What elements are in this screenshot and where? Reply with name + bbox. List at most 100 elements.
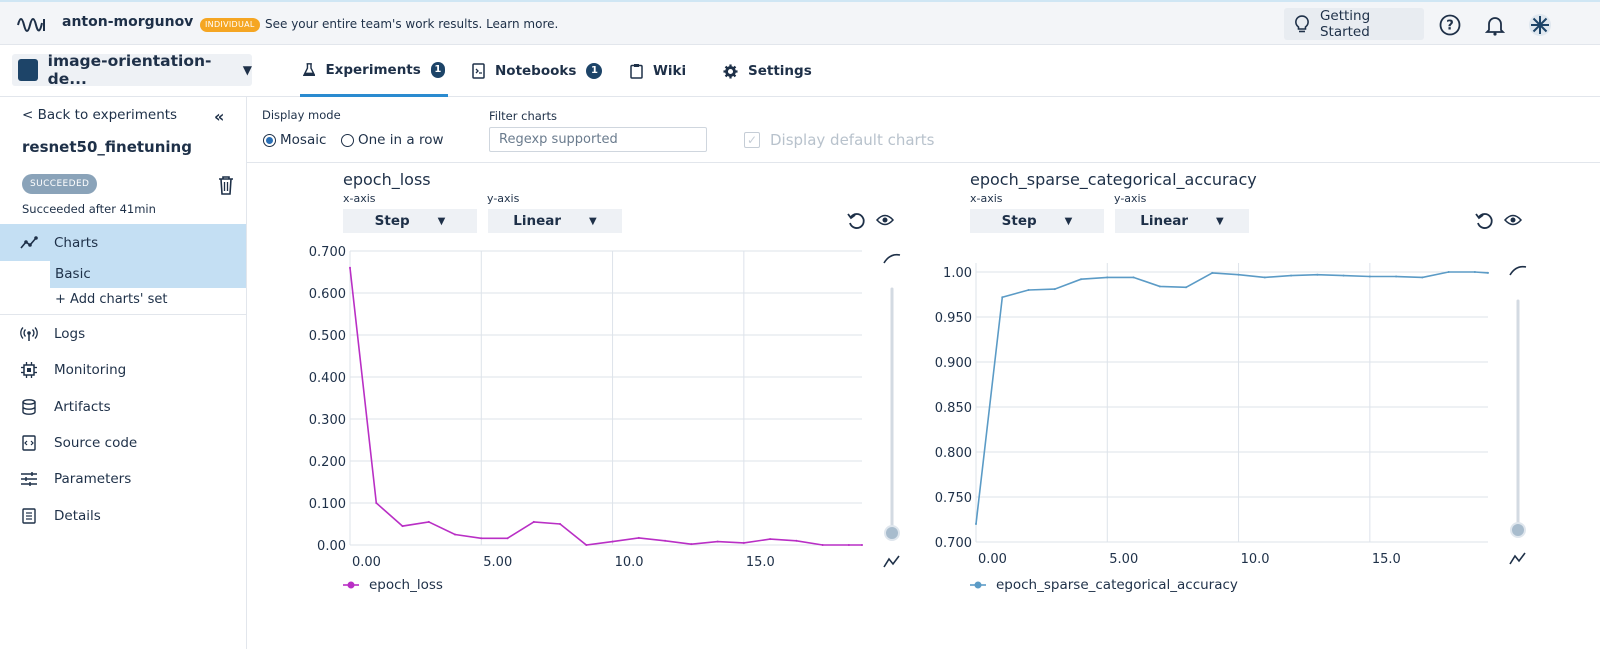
chevron-down-icon: ▼ xyxy=(1216,215,1224,227)
data-point[interactable] xyxy=(427,520,430,523)
epoch-sparse-categorical-accuracy-chart[interactable]: 0.00 5.00 10.0 15.0 0.700 0.750 0.800 0.850 0.90… xyxy=(928,238,1528,570)
notebooks-count-badge: 1 xyxy=(586,63,603,79)
data-point[interactable] xyxy=(349,266,351,269)
help-icon[interactable]: ? xyxy=(1438,13,1462,37)
raw-line-icon[interactable] xyxy=(1509,552,1526,565)
y-tick-label: 0.700 xyxy=(309,245,346,260)
data-point[interactable] xyxy=(690,543,693,546)
sidebar-item-details[interactable]: Details xyxy=(20,504,101,528)
sidebar-item-logs[interactable]: Logs xyxy=(20,322,85,346)
data-point[interactable] xyxy=(742,541,745,544)
data-point[interactable] xyxy=(1237,273,1240,276)
data-point[interactable] xyxy=(1211,271,1214,274)
signal-icon xyxy=(20,325,38,343)
sidebar-item-charts[interactable]: Charts xyxy=(0,224,246,261)
promo-link[interactable]: See your entire team's work results. Lea… xyxy=(265,17,558,31)
data-point[interactable] xyxy=(375,502,378,504)
sidebar-item-source-code[interactable]: Source code xyxy=(20,431,137,455)
bell-icon[interactable] xyxy=(1483,13,1507,37)
tab-wiki[interactable]: Wiki xyxy=(630,45,686,97)
back-to-experiments-link[interactable]: < Back to experiments xyxy=(22,107,177,123)
data-point[interactable] xyxy=(1001,296,1004,299)
y-axis-select[interactable]: Linear ▼ xyxy=(488,209,622,233)
data-point[interactable] xyxy=(401,525,404,528)
data-point[interactable] xyxy=(454,533,457,536)
owner-name[interactable]: anton-morgunov xyxy=(62,14,193,30)
tab-settings[interactable]: Settings xyxy=(723,45,812,97)
logo-icon[interactable] xyxy=(16,11,46,37)
reset-icon[interactable] xyxy=(846,211,866,231)
sidebar-item-logs-label: Logs xyxy=(54,326,86,342)
mosaic-radio[interactable]: Mosaic xyxy=(263,132,326,148)
data-point[interactable] xyxy=(1080,278,1083,281)
data-point[interactable] xyxy=(1395,275,1398,278)
data-point[interactable] xyxy=(1316,273,1319,276)
data-point[interactable] xyxy=(1158,285,1161,288)
reset-icon[interactable] xyxy=(1474,211,1494,231)
smooth-curve-icon[interactable] xyxy=(883,253,901,264)
one-in-row-radio[interactable]: One in a row xyxy=(341,132,444,148)
series-line[interactable] xyxy=(975,271,1489,525)
filter-charts-input[interactable]: Regexp supported xyxy=(489,127,707,152)
data-point[interactable] xyxy=(821,544,824,546)
smooth-curve-icon[interactable] xyxy=(1509,265,1527,276)
data-point[interactable] xyxy=(559,523,562,525)
data-point[interactable] xyxy=(769,538,772,541)
smoothing-slider-handle[interactable] xyxy=(884,525,900,541)
trash-icon[interactable] xyxy=(218,175,234,195)
data-point[interactable] xyxy=(1447,271,1450,273)
avatar[interactable] xyxy=(1528,13,1552,37)
data-point[interactable] xyxy=(975,523,977,525)
epoch-loss-chart[interactable]: 0.00 5.00 10.0 15.0 0.00 0.100 0.200 0.300 0.400… xyxy=(300,238,910,570)
data-point[interactable] xyxy=(1368,275,1371,278)
getting-started-button[interactable]: Getting Started xyxy=(1284,8,1424,40)
x-axis-select[interactable]: Step ▼ xyxy=(970,209,1104,233)
data-point[interactable] xyxy=(1027,289,1030,291)
data-point[interactable] xyxy=(795,539,798,542)
eye-icon[interactable] xyxy=(1504,213,1522,227)
data-point[interactable] xyxy=(585,544,588,546)
sidebar-item-basic[interactable]: Basic xyxy=(50,261,246,288)
display-default-charts-checkbox[interactable]: ✓ Display default charts xyxy=(744,131,934,149)
notebook-icon xyxy=(472,63,485,79)
data-point[interactable] xyxy=(1421,276,1424,279)
collapse-sidebar-icon[interactable]: « xyxy=(214,107,224,126)
data-point[interactable] xyxy=(532,520,535,523)
data-point[interactable] xyxy=(1132,276,1135,279)
data-point[interactable] xyxy=(716,540,719,543)
data-point[interactable] xyxy=(637,536,640,539)
data-point[interactable] xyxy=(506,537,509,540)
sidebar-item-artifacts[interactable]: Artifacts xyxy=(20,395,111,419)
sidebar-item-parameters[interactable]: Parameters xyxy=(20,467,131,491)
data-point[interactable] xyxy=(1290,274,1293,277)
data-point[interactable] xyxy=(1053,288,1056,291)
smoothing-slider-handle[interactable] xyxy=(1510,522,1526,538)
data-point[interactable] xyxy=(847,544,850,546)
data-point[interactable] xyxy=(1106,276,1109,279)
x-tick-label: 0.00 xyxy=(978,552,1007,567)
data-point[interactable] xyxy=(1263,276,1266,279)
data-point[interactable] xyxy=(480,537,483,540)
data-point[interactable] xyxy=(664,539,667,542)
chart-legend[interactable]: epoch_loss xyxy=(343,577,443,593)
data-point[interactable] xyxy=(1473,271,1476,273)
eye-icon[interactable] xyxy=(876,213,894,227)
raw-line-icon[interactable] xyxy=(883,555,900,568)
sidebar-item-details-label: Details xyxy=(54,508,101,524)
data-point[interactable] xyxy=(1487,271,1489,274)
y-tick-label: 0.750 xyxy=(935,491,972,506)
project-selector[interactable]: image-orientation-de... ▼ xyxy=(12,52,252,88)
x-axis-select[interactable]: Step ▼ xyxy=(343,209,477,233)
data-point[interactable] xyxy=(1185,286,1188,289)
data-point[interactable] xyxy=(611,540,614,543)
y-axis-select[interactable]: Linear ▼ xyxy=(1115,209,1249,233)
data-point[interactable] xyxy=(1342,274,1345,277)
add-charts-set-link[interactable]: + Add charts' set xyxy=(55,292,167,307)
sidebar-item-monitoring[interactable]: Monitoring xyxy=(20,358,126,382)
tab-notebooks[interactable]: Notebooks 1 xyxy=(472,45,603,97)
y-axis-value: Linear xyxy=(513,213,562,229)
x-axis-label: x-axis xyxy=(343,192,376,205)
data-point[interactable] xyxy=(861,544,863,546)
tab-experiments[interactable]: Experiments 1 xyxy=(300,45,448,97)
chart-legend[interactable]: epoch_sparse_categorical_accuracy xyxy=(970,577,1238,593)
